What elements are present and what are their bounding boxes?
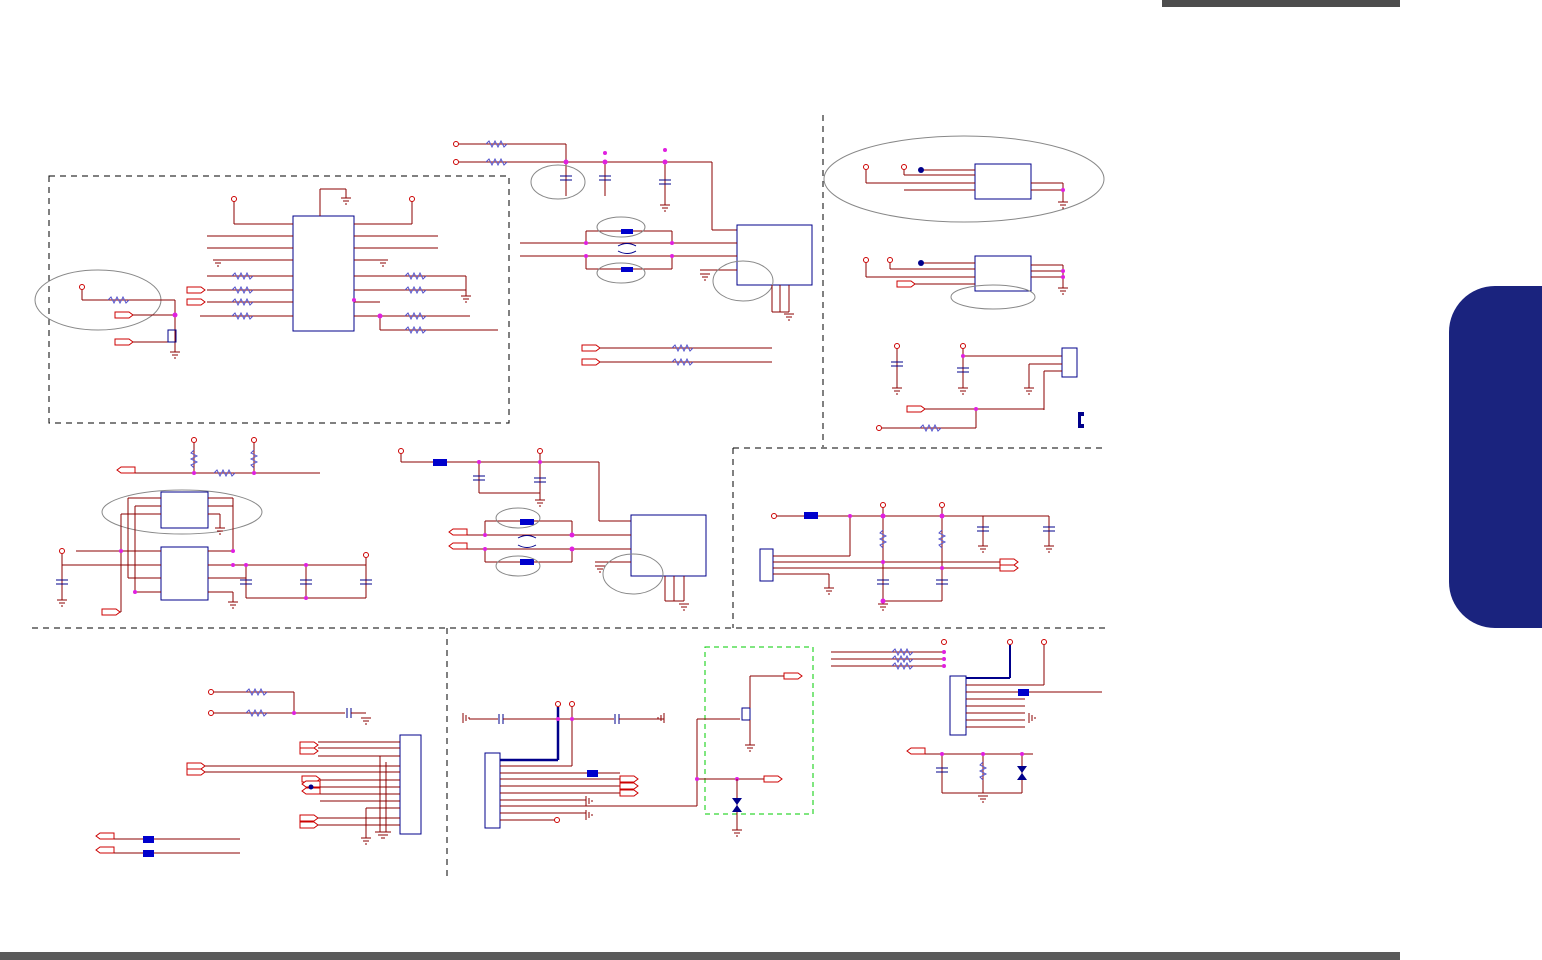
- connector: [949, 675, 967, 736]
- ic-chip: [160, 491, 209, 529]
- connector: [399, 734, 422, 835]
- top-right-block: [823, 135, 1105, 433]
- ic-chip: [160, 546, 209, 601]
- schematic-canvas: .w { stroke: #8b0000; stroke-width: 1; f…: [32, 115, 1105, 878]
- connector: [484, 752, 501, 829]
- ic-chip: [630, 514, 707, 577]
- ic-chip: [292, 215, 355, 332]
- middle-right-block: [759, 502, 1055, 611]
- ic-chip: [736, 224, 813, 286]
- highlight-box: [704, 646, 814, 815]
- ic-chip: [974, 163, 1032, 200]
- middle-left-block: [56, 437, 372, 616]
- connector: [1061, 347, 1078, 378]
- bottom-left-block: [95, 687, 422, 857]
- bottom-right-block: [831, 639, 1102, 803]
- top-left-block: [34, 188, 498, 359]
- connector: [759, 548, 774, 582]
- middle-center-block: [398, 448, 707, 611]
- top-middle-block: [453, 139, 813, 367]
- bottom-center-block: [462, 672, 803, 837]
